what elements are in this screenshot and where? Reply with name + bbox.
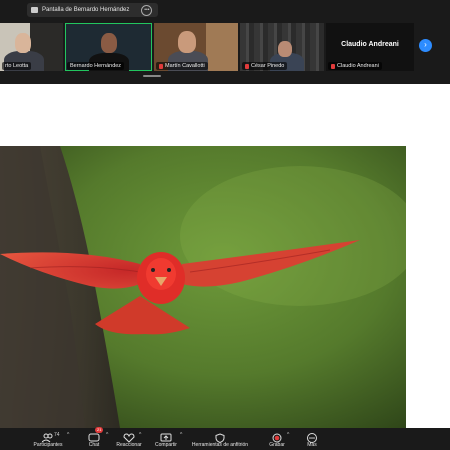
record-icon bbox=[271, 430, 283, 443]
mic-muted-icon bbox=[331, 63, 335, 69]
mic-muted-icon bbox=[159, 63, 163, 69]
meeting-toolbar: 74 Participantes ^ 21 Chat ^ Reaccionar … bbox=[0, 427, 450, 450]
next-page-button[interactable]: › bbox=[419, 39, 432, 52]
participant-name: rto Leotta bbox=[2, 62, 32, 70]
chevron-up-icon[interactable]: ^ bbox=[287, 432, 289, 438]
shield-icon bbox=[214, 430, 226, 444]
mic-muted-icon bbox=[245, 63, 249, 69]
more-button[interactable]: Más bbox=[303, 430, 321, 448]
participant-name: César Pinedo bbox=[242, 62, 288, 70]
host-tools-button[interactable]: Herramientas de anfitrión bbox=[190, 430, 250, 448]
participant-tile[interactable]: Martín Cavallotti bbox=[154, 23, 238, 71]
strip-scroll-indicator[interactable] bbox=[143, 75, 161, 77]
chat-icon: 21 bbox=[88, 427, 104, 442]
meeting-top-bar: Pantalla de Bernardo Hernández ••• rto L… bbox=[0, 0, 450, 84]
participant-display-name: Claudio Andreani bbox=[341, 41, 399, 48]
chevron-up-icon[interactable]: ^ bbox=[106, 432, 108, 438]
chat-badge: 21 bbox=[95, 427, 104, 433]
shared-screen-image bbox=[0, 146, 406, 428]
screen-share-indicator[interactable]: Pantalla de Bernardo Hernández ••• bbox=[27, 3, 159, 17]
chat-button[interactable]: 21 Chat bbox=[84, 427, 104, 448]
more-icon bbox=[306, 430, 318, 443]
screen-share-icon bbox=[31, 7, 38, 13]
share-screen-icon bbox=[160, 430, 172, 442]
heart-icon bbox=[123, 430, 135, 443]
participant-tile[interactable]: César Pinedo bbox=[240, 23, 324, 71]
participants-icon bbox=[41, 430, 54, 443]
participant-name: Claudio Andreani bbox=[328, 62, 382, 70]
participants-button[interactable]: 74 Participantes bbox=[32, 430, 64, 448]
participant-tile[interactable]: rto Leotta bbox=[0, 23, 63, 71]
participant-name: Bernardo Hernández bbox=[67, 62, 125, 70]
share-title: Pantalla de Bernardo Hernández bbox=[42, 7, 130, 13]
chevron-up-icon[interactable]: ^ bbox=[139, 432, 141, 438]
red-bird-photo bbox=[0, 146, 406, 428]
record-button[interactable]: Grabar bbox=[266, 430, 288, 448]
participant-name: Martín Cavallotti bbox=[156, 62, 208, 70]
participant-tile-no-video[interactable]: Claudio Andreani Claudio Andreani bbox=[326, 23, 414, 71]
participant-tile-active[interactable]: Bernardo Hernández bbox=[65, 23, 152, 71]
more-options-icon[interactable]: ••• bbox=[141, 4, 153, 16]
chevron-up-icon[interactable]: ^ bbox=[180, 432, 182, 438]
chevron-up-icon[interactable]: ^ bbox=[67, 432, 69, 438]
participant-strip: rto Leotta Bernardo Hernández Martín Cav… bbox=[0, 23, 450, 73]
share-screen-button[interactable]: Compartir bbox=[152, 430, 180, 448]
participants-count: 74 bbox=[54, 432, 60, 438]
